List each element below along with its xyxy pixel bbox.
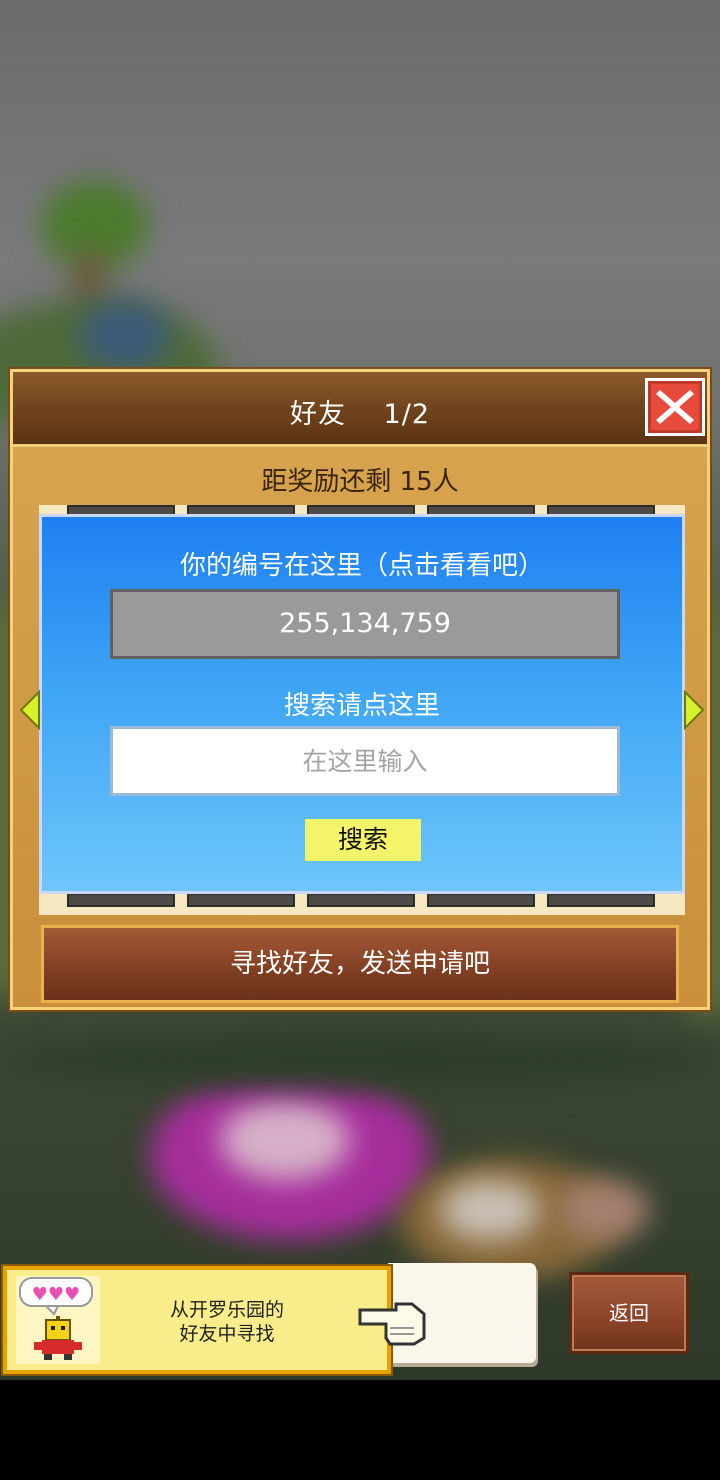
banner-text: 从开罗乐园的 好友中寻找 [147, 1298, 307, 1346]
search-input[interactable] [110, 726, 620, 796]
banner-line-2: 好友中寻找 [179, 1323, 275, 1345]
friend-id-card: 你的编号在这里（点击看看吧） 255,134,759 搜索请点这里 搜索 [39, 514, 685, 894]
dialog-header: 好友 1/2 [13, 372, 707, 447]
close-button[interactable] [645, 378, 705, 436]
id-label: 你的编号在这里（点击看看吧） [179, 551, 544, 581]
page-tab [427, 893, 535, 907]
right-arrow-icon[interactable] [683, 690, 705, 730]
player-id-field[interactable]: 255,134,759 [110, 589, 620, 659]
robot-mascot-icon: ♥♥♥ [19, 1277, 93, 1360]
banner-line-1: 从开罗乐园的 [169, 1299, 284, 1321]
dialog-title: 好友 1/2 [289, 399, 431, 430]
mascot-box: ♥♥♥ [16, 1276, 100, 1364]
kairo-friends-banner[interactable]: ♥♥♥ 从开罗乐园的 好友中寻找 [3, 1266, 391, 1374]
search-button[interactable]: 搜索 [305, 819, 421, 861]
find-friends-button[interactable]: 寻找好友，发送申请吧 [41, 925, 679, 1003]
svg-text:♥♥♥: ♥♥♥ [32, 1284, 80, 1305]
page-tab [187, 893, 295, 907]
page-tab [67, 893, 175, 907]
friends-dialog: 好友 1/2 距奖励还剩 15人 你的编号在这里（点击看看吧） 255,134,… [10, 369, 710, 1010]
page-tab [307, 893, 415, 907]
back-button[interactable]: 返回 [569, 1272, 689, 1354]
reward-remaining-text: 距奖励还剩 15人 [261, 467, 459, 497]
close-icon [656, 390, 694, 424]
left-arrow-icon[interactable] [19, 690, 41, 730]
page-tab [547, 893, 655, 907]
bottom-black-bar [0, 1380, 720, 1480]
pointing-hand-icon [358, 1302, 426, 1346]
search-label: 搜索请点这里 [283, 691, 440, 721]
